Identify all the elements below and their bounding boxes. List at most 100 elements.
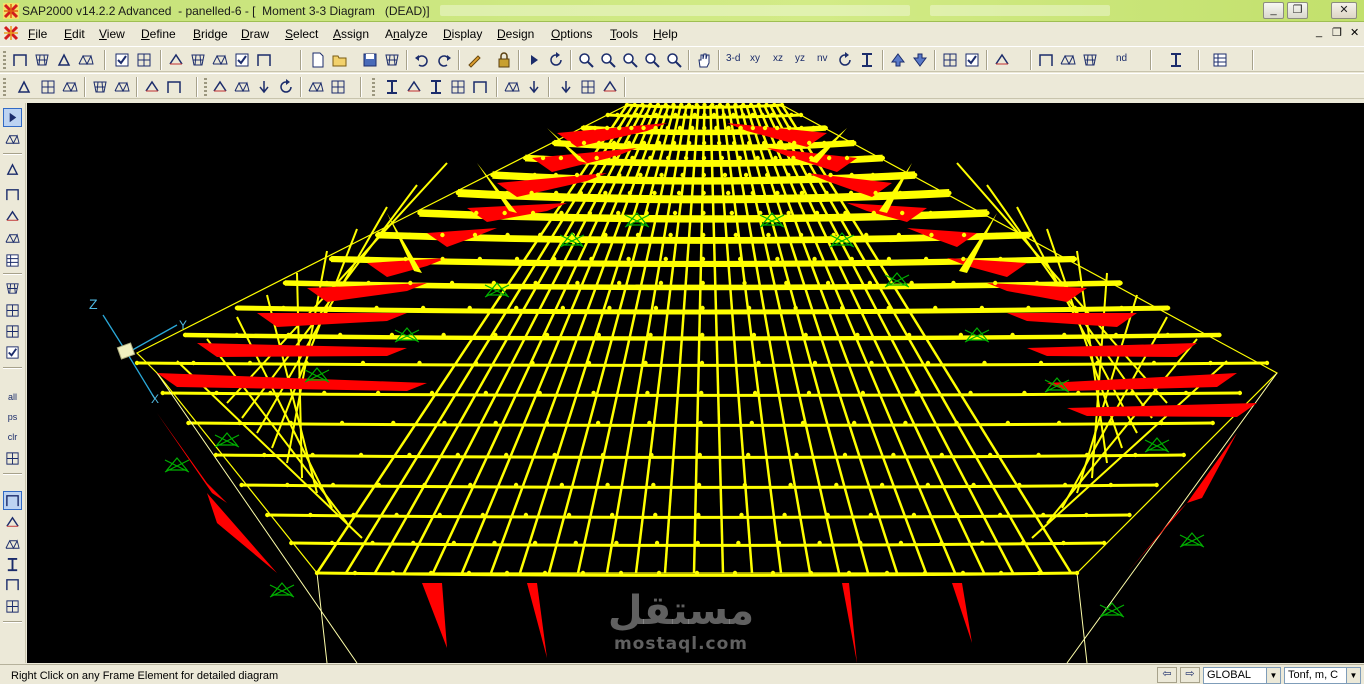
draw-grid-button[interactable] — [3, 251, 22, 270]
assign-temperature-button[interactable] — [578, 77, 598, 96]
menu-select[interactable]: Select — [285, 27, 318, 41]
show-undeformed-button[interactable] — [14, 77, 34, 96]
mdi-minimize-button[interactable]: _ — [1316, 26, 1322, 38]
snap-grid-button[interactable] — [3, 597, 22, 616]
quick-draw-frame-button[interactable] — [3, 207, 22, 226]
draw-special-joint-button[interactable] — [210, 77, 230, 96]
snap-perpendicular-button[interactable] — [3, 555, 22, 574]
display-tables-button[interactable] — [1210, 50, 1230, 69]
coord-system-select[interactable]: GLOBAL ▼ — [1203, 667, 1281, 684]
zoom-window-button[interactable] — [576, 50, 596, 69]
menu-draw[interactable]: Draw — [241, 27, 269, 41]
set-display-button[interactable] — [962, 50, 982, 69]
view-nv-button[interactable]: nv — [817, 53, 828, 64]
menu-tools[interactable]: Tools — [610, 27, 638, 41]
zoom-full-button[interactable] — [664, 50, 684, 69]
menu-bridge[interactable]: Bridge — [193, 27, 228, 41]
clear-selection-button[interactable]: clr — [3, 427, 22, 446]
assign-local-axes-button[interactable] — [470, 77, 490, 96]
snap-joints-button[interactable] — [3, 491, 22, 510]
show-loads-button[interactable] — [38, 77, 58, 96]
new-button[interactable] — [308, 50, 328, 69]
intersecting-line-button[interactable] — [3, 449, 22, 468]
view-xy-button[interactable]: xy — [750, 53, 760, 64]
nd-button[interactable]: nd — [1116, 53, 1127, 64]
show-influence-button[interactable] — [164, 77, 184, 96]
assign-frame-loads-button[interactable] — [524, 77, 544, 96]
reshape-button[interactable] — [3, 130, 22, 149]
assign-output-stations-button[interactable] — [448, 77, 468, 96]
previous-selection-button[interactable]: ps — [3, 407, 22, 426]
draw-frame-button[interactable] — [10, 50, 30, 69]
minimize-button[interactable]: _ — [1263, 2, 1284, 19]
pointer-select-button[interactable] — [3, 108, 22, 127]
open-button[interactable] — [330, 50, 350, 69]
section-designer-button[interactable] — [1166, 50, 1186, 69]
mdi-restore-button[interactable]: ❐ — [1332, 26, 1342, 39]
object-shrink-button[interactable] — [940, 50, 960, 69]
snap-line-button[interactable] — [3, 575, 22, 594]
snap-button[interactable] — [992, 50, 1012, 69]
show-forces-button[interactable] — [90, 77, 110, 96]
view-3d-button[interactable]: 3-d — [726, 53, 740, 64]
previous-view-button[interactable]: ⇦ — [1157, 667, 1177, 683]
view-xz-button[interactable]: xz — [773, 53, 783, 64]
quick-brace-button[interactable] — [1058, 50, 1078, 69]
quick-area-button[interactable] — [1080, 50, 1100, 69]
show-stresses-button[interactable] — [112, 77, 132, 96]
draw-solid-button[interactable] — [3, 343, 22, 362]
assign-releases-button[interactable] — [404, 77, 424, 96]
truss-button[interactable] — [76, 50, 96, 69]
assign-frame-section-button[interactable] — [382, 77, 402, 96]
toolbar-grip[interactable] — [3, 51, 6, 69]
draw-link-button[interactable] — [254, 77, 274, 96]
move-down-button[interactable] — [910, 50, 930, 69]
support-button[interactable] — [54, 50, 74, 69]
draw-brace-button[interactable] — [3, 229, 22, 248]
print-button[interactable] — [382, 50, 402, 69]
menu-define[interactable]: Define — [141, 27, 176, 41]
assign-check-button[interactable] — [232, 50, 252, 69]
show-deformed-button[interactable] — [60, 77, 80, 96]
toolbar-grip[interactable] — [3, 78, 6, 96]
close-button[interactable]: ✕ — [1331, 2, 1357, 19]
rubber-band-button[interactable] — [546, 50, 566, 69]
rotate-3d-button[interactable] — [835, 50, 855, 69]
shell-button[interactable] — [188, 50, 208, 69]
units-select[interactable]: Tonf, m, C ▼ — [1284, 667, 1361, 684]
draw-frame-line-button[interactable] — [3, 185, 22, 204]
show-virtual-work-button[interactable] — [142, 77, 162, 96]
moment-diagram[interactable]: Z Y X — [27, 103, 1364, 663]
zoom-in-button[interactable] — [598, 50, 618, 69]
menu-analyze[interactable]: Analyze — [385, 27, 428, 41]
beam-button[interactable] — [166, 50, 186, 69]
run-analysis-button[interactable] — [524, 50, 544, 69]
refresh-button[interactable] — [464, 50, 484, 69]
lock-model-button[interactable] — [494, 50, 514, 69]
perspective-button[interactable] — [857, 50, 877, 69]
assign-constraint-button[interactable] — [328, 77, 348, 96]
move-up-button[interactable] — [888, 50, 908, 69]
draw-section-cut-button[interactable] — [276, 77, 296, 96]
link-button[interactable] — [210, 50, 230, 69]
view-yz-button[interactable]: yz — [795, 53, 805, 64]
mdi-close-button[interactable]: ✕ — [1350, 26, 1359, 39]
menu-edit[interactable]: Edit — [64, 27, 85, 41]
check-button[interactable] — [112, 50, 132, 69]
menu-display[interactable]: Display — [443, 27, 482, 41]
document-icon[interactable] — [3, 25, 19, 41]
pan-button[interactable] — [694, 50, 714, 69]
menu-file[interactable]: File — [28, 27, 47, 41]
draw-joint-button[interactable] — [3, 160, 22, 179]
menu-view[interactable]: View — [99, 27, 125, 41]
zoom-previous-button[interactable] — [642, 50, 662, 69]
draw-rect-area-button[interactable] — [3, 301, 22, 320]
draw-area-button[interactable] — [32, 50, 52, 69]
assign-frame-button[interactable] — [254, 50, 274, 69]
toolbar-grip[interactable] — [204, 78, 207, 96]
next-view-button[interactable]: ⇨ — [1180, 667, 1200, 683]
draw-frame-cable-button[interactable] — [232, 77, 252, 96]
restore-button[interactable]: ❐ — [1287, 2, 1308, 19]
toolbar-grip[interactable] — [372, 78, 375, 96]
quick-draw-area-button[interactable] — [3, 322, 22, 341]
